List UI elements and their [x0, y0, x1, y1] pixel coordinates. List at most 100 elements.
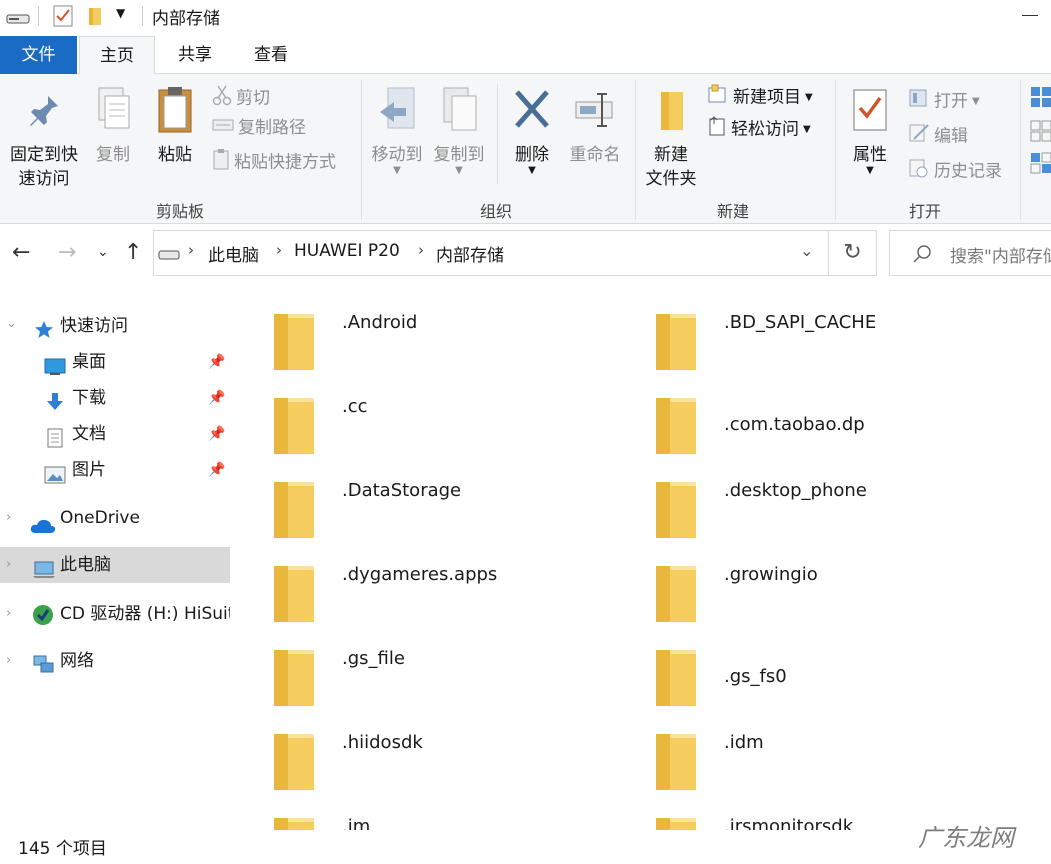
folder-name: .irsmonitorsdk — [724, 816, 854, 831]
delete-label: 删除 — [515, 145, 549, 165]
expand-chevron-icon[interactable]: › — [6, 547, 11, 583]
breadcrumb-separator-icon[interactable]: › — [188, 241, 194, 259]
pin-icon[interactable]: 📌 — [208, 416, 225, 452]
folder-item[interactable]: .com.taobao.dp — [614, 380, 994, 460]
sidebar-item-label: 此电脑 — [60, 555, 111, 575]
invert-selection-icon[interactable] — [1030, 152, 1051, 178]
folder-item[interactable]: .dygameres.apps — [232, 548, 612, 628]
pin-quick-access-button[interactable]: 固定到快 速访问 — [4, 92, 84, 191]
collapse-chevron-icon[interactable]: ⌄ — [6, 306, 17, 342]
folder-item[interactable]: .im — [232, 800, 612, 831]
pin-icon[interactable]: 📌 — [208, 452, 225, 488]
sidebar-item-documents[interactable]: 文档 📌 — [0, 416, 230, 452]
folder-item[interactable]: .idm — [614, 716, 994, 796]
copy-to-button[interactable]: 复制到 ▼ — [430, 86, 488, 176]
title-bar: ▼ 内部存储 — [0, 0, 1051, 32]
pin-icon[interactable]: 📌 — [208, 344, 225, 380]
minimize-button[interactable] — [1022, 15, 1038, 16]
paste-button[interactable]: 粘贴 — [150, 86, 200, 167]
sidebar-item-downloads[interactable]: 下载 📌 — [0, 380, 230, 416]
folder-item[interactable]: .DataStorage — [232, 464, 612, 544]
history-button[interactable]: 历史记录 — [908, 158, 1002, 185]
move-to-arrow: ▼ — [393, 165, 401, 176]
folder-item[interactable]: .BD_SAPI_CACHE — [614, 296, 994, 376]
open-button[interactable]: 打开 ▼ — [908, 88, 980, 115]
new-item-button[interactable]: 新建项目 ▼ — [707, 84, 813, 111]
expand-chevron-icon[interactable]: › — [6, 643, 11, 679]
properties-label: 属性 — [853, 145, 887, 165]
folder-icon — [654, 562, 698, 624]
sidebar-item-label: 快速访问 — [60, 316, 128, 336]
back-arrow-icon[interactable]: ← — [12, 240, 30, 265]
group-separator — [361, 80, 362, 220]
paste-shortcut-button[interactable]: 粘贴快捷方式 — [212, 148, 336, 177]
new-group-label: 新建 — [716, 202, 749, 221]
tab-home[interactable]: 主页 — [79, 36, 155, 75]
rename-button[interactable]: 重命名 — [566, 86, 624, 167]
folder-icon — [272, 814, 316, 831]
folder-item[interactable]: .gs_fs0 — [614, 632, 994, 712]
folder-item[interactable]: .growingio — [614, 548, 994, 628]
status-bar: 145 个项目 — [0, 830, 1051, 864]
breadcrumb-internal-storage[interactable]: 内部存储 — [436, 241, 504, 266]
edit-button[interactable]: 编辑 — [908, 123, 968, 150]
expand-chevron-icon[interactable]: › — [6, 596, 11, 632]
folder-icon — [654, 730, 698, 792]
sidebar-item-pictures[interactable]: 图片 📌 — [0, 452, 230, 488]
forward-arrow-icon[interactable]: → — [58, 240, 76, 265]
breadcrumb-this-pc[interactable]: 此电脑 — [208, 241, 259, 266]
sidebar-item-label: 文档 — [72, 424, 106, 444]
folder-name: .Android — [342, 312, 418, 333]
select-none-icon[interactable] — [1030, 120, 1051, 146]
cloud-icon — [30, 511, 56, 547]
tab-view[interactable]: 查看 — [236, 36, 306, 74]
folder-item[interactable]: .gs_file — [232, 632, 612, 712]
new-folder-button[interactable]: 新建 文件夹 — [640, 86, 702, 191]
properties-button[interactable]: 属性 ▼ — [842, 86, 898, 176]
cut-button[interactable]: 剪切 — [212, 84, 270, 113]
up-arrow-icon[interactable]: ↑ — [124, 240, 142, 265]
copy-path-button[interactable]: 复制路径 — [212, 116, 306, 140]
sidebar-item-network[interactable]: › 网络 — [0, 643, 230, 679]
sidebar-item-label: 下载 — [72, 388, 106, 408]
item-count: 145 个项目 — [18, 839, 107, 859]
group-separator — [497, 84, 498, 184]
breadcrumb-separator-icon[interactable]: › — [276, 241, 282, 259]
properties-quick-icon[interactable] — [53, 5, 73, 31]
copy-path-icon — [212, 116, 234, 140]
title-separator — [38, 6, 39, 26]
sidebar-item-quick-access[interactable]: ⌄ 快速访问 — [0, 308, 230, 344]
pin-icon[interactable]: 📌 — [208, 380, 225, 416]
sidebar-item-label: 桌面 — [72, 352, 106, 372]
folder-name: .gs_file — [342, 648, 405, 669]
tab-file[interactable]: 文件 — [0, 36, 77, 74]
recent-locations-chevron-icon[interactable]: ⌄ — [97, 244, 109, 260]
folder-item[interactable]: .Android — [232, 296, 612, 376]
move-to-button[interactable]: 移动到 ▼ — [368, 86, 426, 176]
search-input[interactable]: 搜索"内部存储" — [889, 230, 1051, 276]
breadcrumb-device[interactable]: HUAWEI P20 — [294, 241, 400, 261]
copy-button[interactable]: 复制 — [88, 86, 138, 167]
new-folder-quick-icon[interactable] — [87, 5, 103, 31]
folder-item[interactable]: .cc — [232, 380, 612, 460]
folder-icon — [654, 310, 698, 372]
tab-share[interactable]: 共享 — [160, 36, 230, 74]
delete-button[interactable]: 删除 ▼ — [506, 86, 558, 176]
folder-item[interactable]: .hiidosdk — [232, 716, 612, 796]
address-dropdown-icon[interactable]: ⌄ — [800, 241, 813, 260]
folder-icon — [272, 310, 316, 372]
folder-item[interactable]: .desktop_phone — [614, 464, 994, 544]
customize-toolbar-icon[interactable]: ▼ — [116, 6, 125, 20]
folder-icon — [272, 478, 316, 540]
sidebar-item-this-pc[interactable]: › 此电脑 — [0, 547, 230, 583]
sidebar-item-desktop[interactable]: 桌面 📌 — [0, 344, 230, 380]
breadcrumb-separator-icon[interactable]: › — [418, 241, 424, 259]
sidebar-item-cd-drive[interactable]: › CD 驱动器 (H:) HiSuite — [0, 596, 230, 632]
folder-icon — [272, 730, 316, 792]
address-bar[interactable]: › 此电脑 › HUAWEI P20 › 内部存储 ⌄ — [153, 230, 829, 276]
select-all-icon[interactable] — [1030, 86, 1051, 112]
sidebar-item-onedrive[interactable]: › OneDrive — [0, 500, 230, 536]
easy-access-button[interactable]: 轻松访问 ▼ — [707, 116, 811, 143]
expand-chevron-icon[interactable]: › — [6, 500, 11, 536]
refresh-icon[interactable]: ↻ — [829, 230, 877, 276]
